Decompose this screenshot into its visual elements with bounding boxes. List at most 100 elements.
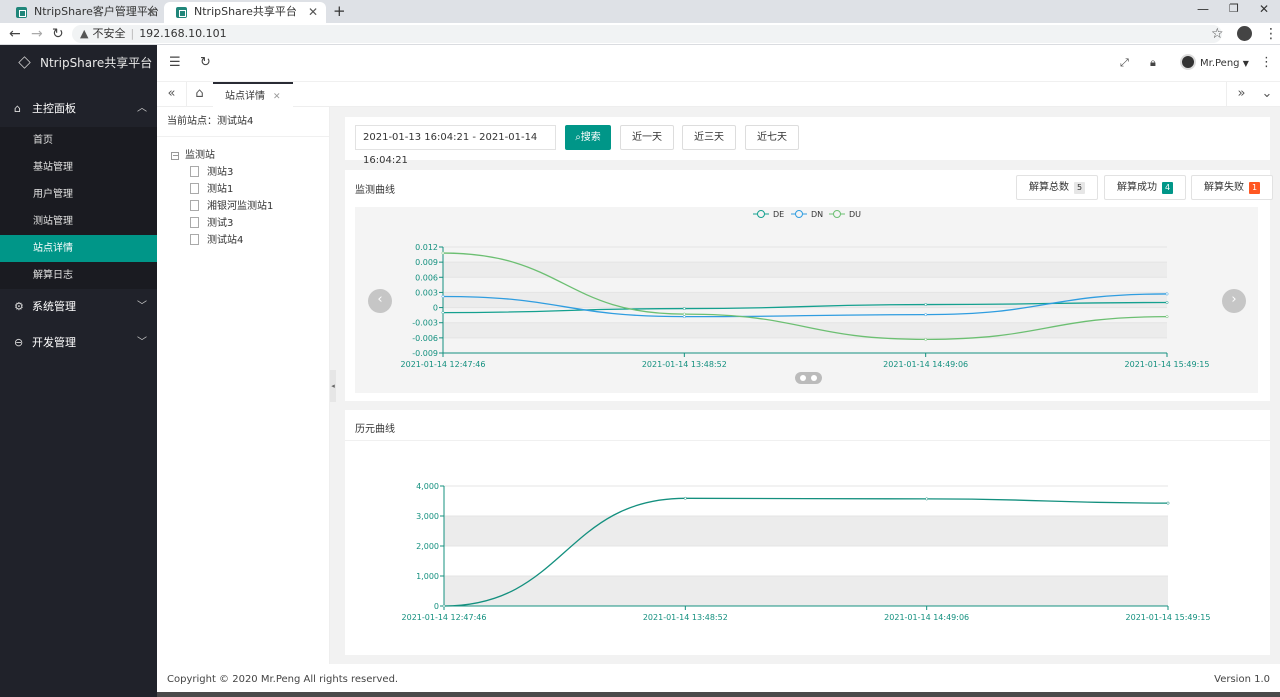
chevron-right-icon[interactable]: › [1222, 289, 1246, 313]
tab-station-detail[interactable]: 站点详情 ✕ [213, 82, 293, 107]
user-menu[interactable]: Mr.Peng ▼ [1180, 53, 1249, 75]
x-tick-label: 2021-01-14 13:48:52 [643, 613, 728, 622]
file-icon [190, 234, 199, 245]
collapse-icon[interactable]: − [171, 152, 179, 160]
data-point [1166, 501, 1170, 505]
monitor-chart: 0.012 0.009 0.006 0.003 0 -0.003 -0.006 -0.009 2… [401, 210, 1209, 369]
x-tick-label: 2021-01-14 12:47:46 [402, 613, 487, 622]
version-text: Version 1.0 [1214, 674, 1270, 685]
menu-group-dashboard[interactable]: ⌂ 主控面板 ︿ [0, 91, 157, 127]
profile-icon[interactable] [1237, 26, 1252, 41]
data-point [1165, 301, 1169, 304]
browser-tab-1[interactable]: NtripShare客户管理平台 ✕ [4, 2, 164, 23]
close-icon[interactable]: ✕ [273, 92, 281, 102]
chevron-left-icon[interactable]: ‹ [368, 289, 392, 313]
date-range-input[interactable]: 2021-01-13 16:04:21 - 2021-01-14 16:04:2… [355, 125, 556, 166]
file-icon [190, 200, 199, 211]
y-tick-label: 0 [433, 304, 438, 313]
grid-band [444, 516, 1168, 546]
menu-group-label: 主控面板 [32, 102, 76, 115]
tree-root-label: 监测站 [185, 150, 215, 161]
counter-label: 解算总数 [1029, 182, 1069, 193]
legend-marker [833, 210, 841, 218]
bottom-scrollbar[interactable] [157, 692, 1280, 697]
fail-count-button[interactable]: 解算失败 1 [1191, 175, 1273, 200]
avatar [1180, 54, 1196, 70]
data-point [1165, 292, 1169, 296]
data-point [1165, 315, 1169, 319]
warning-icon: ▲ [80, 27, 89, 40]
refresh-icon[interactable]: ↻ [200, 55, 211, 71]
sidebar-item-users[interactable]: 用户管理 [0, 181, 157, 208]
menu-fold-icon[interactable]: ☰ [169, 55, 181, 71]
station-tree-panel: 当前站点：测试站4 − 监测站 测站3 测站1 湘银河监测站1 测试3 测试站4 [157, 107, 330, 664]
last-7-days-button[interactable]: 近七天 [745, 125, 799, 150]
search-button[interactable]: ⌕搜索 [565, 125, 611, 150]
tree-root[interactable]: − 监测站 [171, 148, 215, 164]
cube-icon [18, 56, 31, 69]
panel-collapse-handle[interactable]: ◂ [330, 370, 336, 402]
browser-tab-title: NtripShare客户管理平台 [34, 5, 159, 18]
current-station-label: 当前站点：测试站4 [157, 107, 329, 137]
history-title: 历元曲线 [355, 424, 395, 435]
favicon-icon [176, 7, 187, 18]
minimize-window-icon[interactable]: — [1197, 2, 1209, 16]
monitor-chart-area: 0.012 0.009 0.006 0.003 0 -0.003 -0.006 -0.009 2… [355, 207, 1258, 393]
close-tab-icon[interactable]: ✕ [146, 2, 156, 22]
count-badge: 1 [1249, 182, 1260, 194]
lock-icon[interactable]: 🔒︎ [1150, 55, 1156, 71]
browser-menu-icon[interactable]: ⋮ [1264, 25, 1278, 43]
y-tick-label: 3,000 [416, 512, 439, 521]
file-icon [190, 183, 199, 194]
fullscreen-icon[interactable]: ⤢ [1120, 55, 1129, 71]
sidebar-item-station-detail[interactable]: 站点详情 [0, 235, 157, 262]
close-window-icon[interactable]: ✕ [1259, 2, 1269, 16]
tree-leaf[interactable]: 测站1 [190, 182, 233, 198]
sidebar-item-home[interactable]: 首页 [0, 127, 157, 154]
sidebar: NtripShare共享平台 ⌂ 主控面板 ︿ 首页 基站管理 用户管理 测站管… [0, 45, 157, 697]
y-tick-label: 4,000 [416, 482, 439, 491]
data-point [683, 496, 687, 500]
sidebar-item-base-stations[interactable]: 基站管理 [0, 154, 157, 181]
tree-leaf[interactable]: 湘银河监测站1 [190, 199, 273, 215]
new-tab-icon[interactable]: + [333, 2, 346, 20]
legend-label: DU [849, 210, 861, 219]
legend-marker [757, 210, 765, 218]
history-card: 历元曲线 4,000 3,000 2,000 1,000 0 2021-01-14 12:… [345, 410, 1270, 655]
tabs-dropdown-icon[interactable]: ⌄ [1252, 82, 1280, 107]
tree-leaf[interactable]: 测试站4 [190, 233, 243, 249]
restore-window-icon[interactable]: ❐ [1229, 2, 1239, 15]
carousel-dot[interactable] [811, 375, 817, 381]
home-tab-icon[interactable]: ⌂ [185, 82, 215, 107]
carousel-dot[interactable] [800, 375, 806, 381]
count-badge: 4 [1162, 182, 1173, 194]
tree-leaf[interactable]: 测站3 [190, 165, 233, 181]
success-count-button[interactable]: 解算成功 4 [1104, 175, 1186, 200]
back-icon[interactable]: ← [9, 25, 21, 43]
browser-tab-2[interactable]: NtripShare共享平台 ✕ [164, 2, 326, 23]
more-icon[interactable]: ⋮ [1260, 55, 1273, 71]
y-tick-label: 0.009 [415, 258, 438, 267]
reload-icon[interactable]: ↻ [52, 25, 64, 43]
bookmark-star-icon[interactable]: ☆ [1211, 25, 1224, 43]
menu-group-dev[interactable]: ⊖ 开发管理 ﹀ [0, 325, 157, 361]
sidebar-item-stations[interactable]: 测站管理 [0, 208, 157, 235]
menu-group-system[interactable]: ⚙ 系统管理 ﹀ [0, 289, 157, 325]
last-3-days-button[interactable]: 近三天 [682, 125, 736, 150]
total-count-button[interactable]: 解算总数 5 [1016, 175, 1098, 200]
chevron-down-icon: ﹀ [137, 337, 147, 348]
forward-icon[interactable]: → [31, 25, 43, 43]
y-tick-label: 0 [434, 602, 439, 611]
sidebar-item-solve-log[interactable]: 解算日志 [0, 262, 157, 289]
data-point [924, 337, 928, 341]
copyright-text: Copyright © 2020 Mr.Peng All rights rese… [167, 674, 399, 685]
history-chart: 4,000 3,000 2,000 1,000 0 2021-01-14 12:47:46… [402, 482, 1211, 622]
close-tab-icon[interactable]: ✕ [308, 2, 318, 22]
url-field[interactable]: ▲ 不安全 | 192.168.10.101 [72, 25, 1222, 43]
chevron-down-icon: ﹀ [137, 301, 147, 312]
tree-leaf[interactable]: 测试3 [190, 216, 233, 232]
carousel-indicator[interactable] [795, 372, 822, 384]
tabs-scroll-left-icon[interactable]: « [157, 82, 187, 107]
browser-tab-bar: NtripShare客户管理平台 ✕ NtripShare共享平台 ✕ + — … [0, 0, 1280, 23]
last-1-day-button[interactable]: 近一天 [620, 125, 674, 150]
